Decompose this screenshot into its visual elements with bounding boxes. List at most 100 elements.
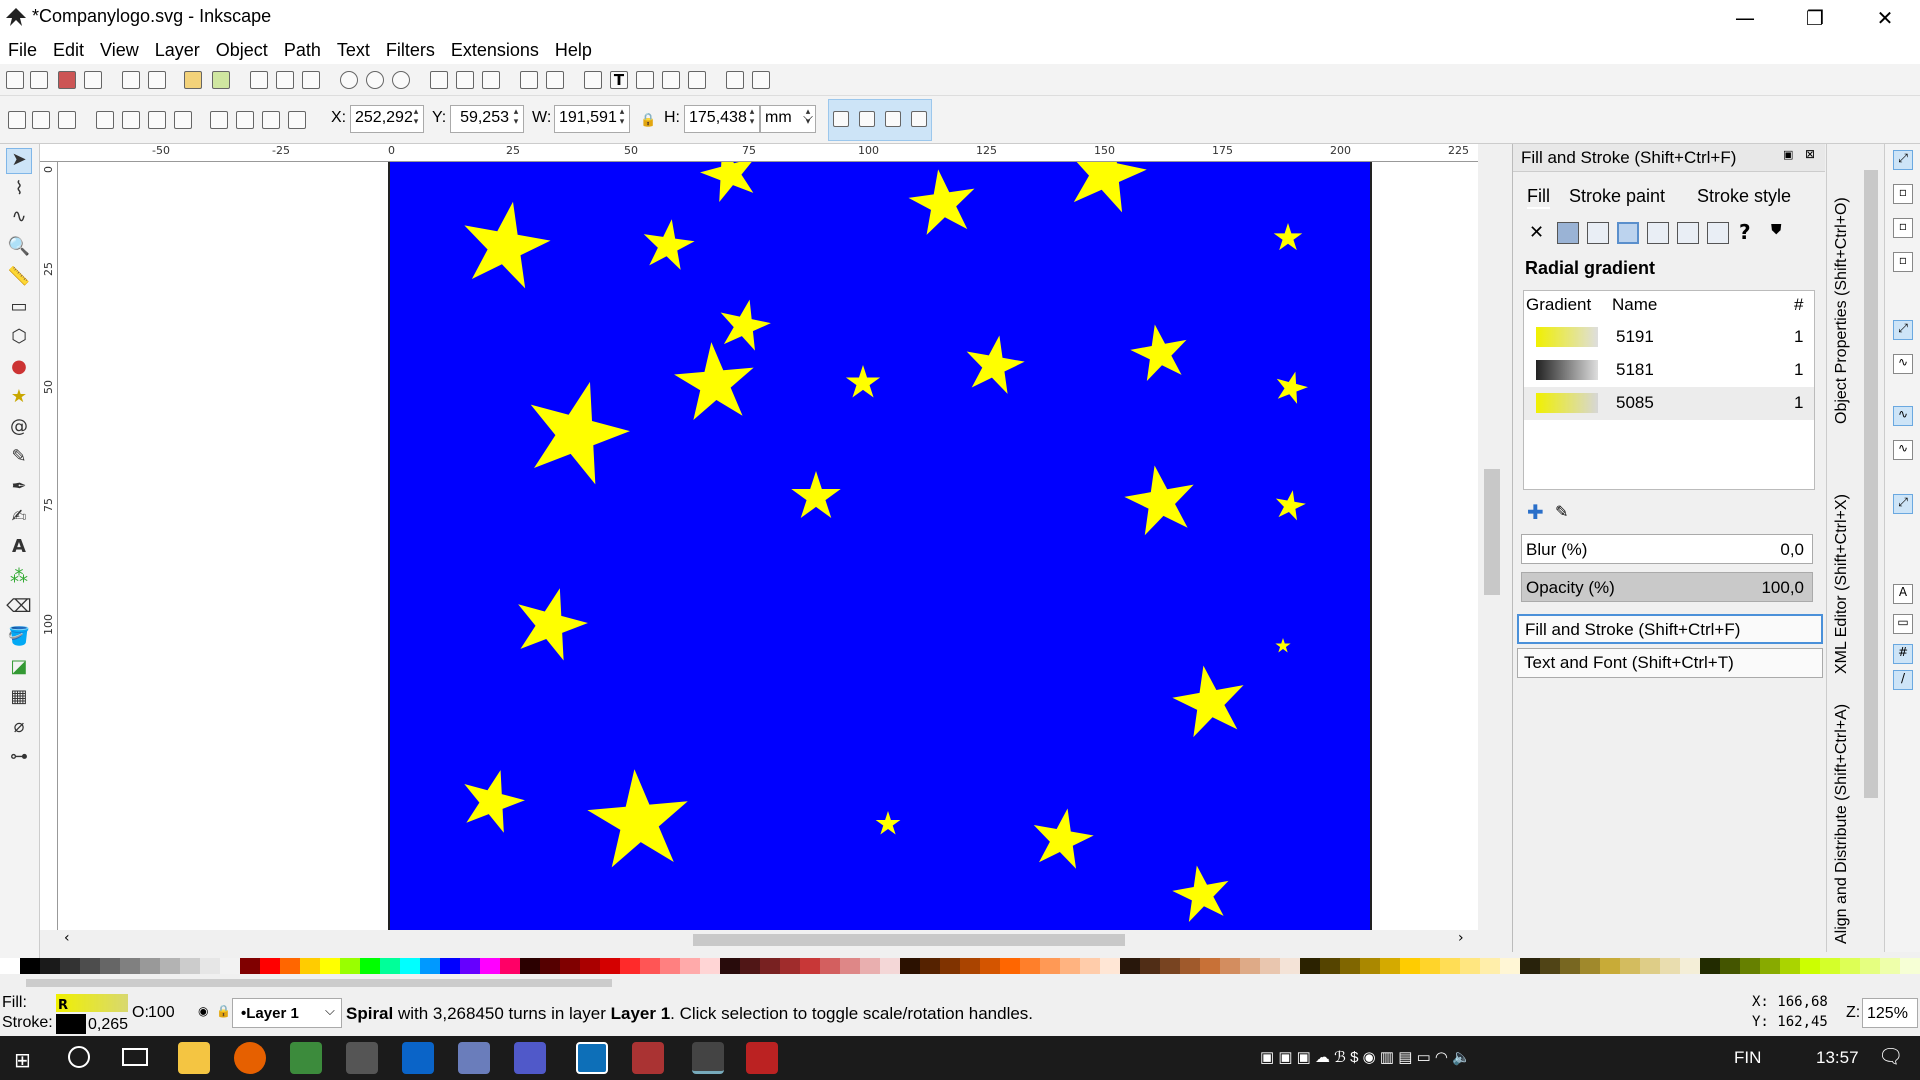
palette-swatch[interactable] [1300, 958, 1320, 974]
star-shape[interactable] [1126, 319, 1193, 383]
rectangle-tool-icon[interactable]: ▭ [6, 296, 32, 322]
minimize-button[interactable]: — [1710, 0, 1780, 36]
star-shape[interactable] [694, 162, 764, 205]
pencil-tool-icon[interactable]: ✎ [6, 446, 32, 472]
scrollbar-thumb[interactable] [693, 934, 1125, 946]
palette-swatch[interactable] [40, 958, 60, 974]
paste-icon[interactable] [302, 71, 320, 89]
star-shape[interactable] [515, 368, 640, 490]
zoom-input[interactable]: 125% [1862, 998, 1918, 1028]
dialog-pin-icon[interactable]: ▣ [1783, 148, 1793, 161]
palette-swatch[interactable] [1100, 958, 1120, 974]
palette-swatch[interactable] [1200, 958, 1220, 974]
color-palette[interactable] [0, 958, 1920, 974]
palette-swatch[interactable] [480, 958, 500, 974]
palette-swatch[interactable] [1280, 958, 1300, 974]
star-shape[interactable] [1271, 367, 1312, 406]
input-language[interactable]: FIN [1734, 1048, 1761, 1068]
palette-swatch[interactable] [1220, 958, 1240, 974]
undo-icon[interactable] [184, 71, 202, 89]
document-page[interactable] [388, 162, 1372, 930]
palette-swatch[interactable] [840, 958, 860, 974]
pattern-icon[interactable] [1677, 222, 1699, 244]
palette-swatch[interactable] [60, 958, 80, 974]
palette-swatch[interactable] [380, 958, 400, 974]
palette-swatch[interactable] [780, 958, 800, 974]
palette-swatch[interactable] [100, 958, 120, 974]
scrollbar-thumb[interactable] [1864, 170, 1878, 798]
palette-swatch[interactable] [460, 958, 480, 974]
vertical-scrollbar[interactable] [1478, 144, 1504, 952]
palette-swatch[interactable] [1440, 958, 1460, 974]
swatch-icon[interactable] [1707, 222, 1729, 244]
raise-icon[interactable] [262, 111, 280, 129]
menu-layer[interactable]: Layer [147, 36, 208, 64]
palette-swatch[interactable] [720, 958, 740, 974]
flip-horizontal-icon[interactable] [148, 111, 166, 129]
palette-swatch[interactable] [1580, 958, 1600, 974]
palette-swatch[interactable] [1800, 958, 1820, 974]
duplicate-icon[interactable] [430, 71, 448, 89]
group-icon[interactable] [520, 71, 538, 89]
snap-cusp-icon[interactable]: ∿ [1893, 406, 1913, 426]
windows-start-icon[interactable]: ⊞ [14, 1048, 31, 1072]
document-properties-icon[interactable] [726, 71, 744, 89]
snap-guide-icon[interactable]: / [1893, 670, 1913, 690]
w-input[interactable]: 191,591 [554, 105, 630, 133]
raise-to-top-icon[interactable] [288, 111, 306, 129]
close-button[interactable]: ✕ [1850, 0, 1920, 36]
palette-swatch[interactable] [1040, 958, 1060, 974]
tab-fill[interactable]: Fill [1527, 186, 1550, 209]
menu-text[interactable]: Text [329, 36, 378, 64]
palette-swatch[interactable] [1340, 958, 1360, 974]
opacity-slider[interactable]: Opacity (%) 100,0 [1521, 572, 1813, 602]
palette-swatch[interactable] [20, 958, 40, 974]
palette-swatch[interactable] [960, 958, 980, 974]
tab-xml-editor[interactable]: XML Editor (Shift+Ctrl+X) [1833, 434, 1851, 674]
calculator-icon[interactable] [346, 1042, 378, 1074]
tab-stroke-style[interactable]: Stroke style [1697, 186, 1791, 207]
palette-swatch[interactable] [880, 958, 900, 974]
select-all-icon[interactable] [8, 111, 26, 129]
fill-stroke-panel-tab[interactable]: Fill and Stroke (Shift+Ctrl+F) [1517, 614, 1823, 644]
palette-swatch[interactable] [1700, 958, 1720, 974]
menu-edit[interactable]: Edit [45, 36, 92, 64]
palette-swatch[interactable] [1400, 958, 1420, 974]
cut-icon[interactable] [276, 71, 294, 89]
star-shape[interactable] [1272, 487, 1308, 522]
menu-file[interactable]: File [0, 36, 45, 64]
palette-swatch[interactable] [1660, 958, 1680, 974]
new-document-icon[interactable] [6, 71, 24, 89]
zoom-page-icon[interactable] [392, 71, 410, 89]
redo-icon[interactable] [212, 71, 230, 89]
lower-icon[interactable] [236, 111, 254, 129]
palette-swatch[interactable] [1540, 958, 1560, 974]
mesh-gradient-icon[interactable] [1647, 222, 1669, 244]
palette-swatch[interactable] [1640, 958, 1660, 974]
app-icon[interactable] [632, 1042, 664, 1074]
palette-swatch[interactable] [900, 958, 920, 974]
paint-bucket-tool-icon[interactable]: 🪣 [6, 626, 32, 652]
palette-swatch[interactable] [1180, 958, 1200, 974]
palette-swatch[interactable] [180, 958, 200, 974]
text-font-panel-tab[interactable]: Text and Font (Shift+Ctrl+T) [1517, 648, 1823, 678]
palette-swatch[interactable] [220, 958, 240, 974]
print-icon[interactable] [84, 71, 102, 89]
snap-bbox-icon[interactable]: ▫ [1893, 184, 1913, 204]
visibility-icon[interactable]: ◉ [198, 1004, 208, 1018]
palette-swatch[interactable] [1860, 958, 1880, 974]
snap-bbox-corner-icon[interactable]: ▫ [1893, 252, 1913, 272]
h-input[interactable]: 175,438 [684, 105, 760, 133]
teams-icon[interactable] [514, 1042, 546, 1074]
measure-tool-icon[interactable]: 📏 [6, 266, 32, 292]
star-shape[interactable] [1275, 638, 1291, 653]
flip-vertical-icon[interactable] [174, 111, 192, 129]
pen-tool-icon[interactable]: ✒ [6, 476, 32, 502]
palette-swatch[interactable] [1680, 958, 1700, 974]
snap-path-icon[interactable]: ∿ [1893, 354, 1913, 374]
mesh-tool-icon[interactable]: ▦ [6, 686, 32, 712]
fill-swatch[interactable]: R [56, 994, 128, 1013]
palette-swatch[interactable] [1360, 958, 1380, 974]
spray-tool-icon[interactable]: ⁂ [6, 566, 32, 592]
dropper-tool-icon[interactable]: ⌀ [6, 716, 32, 742]
